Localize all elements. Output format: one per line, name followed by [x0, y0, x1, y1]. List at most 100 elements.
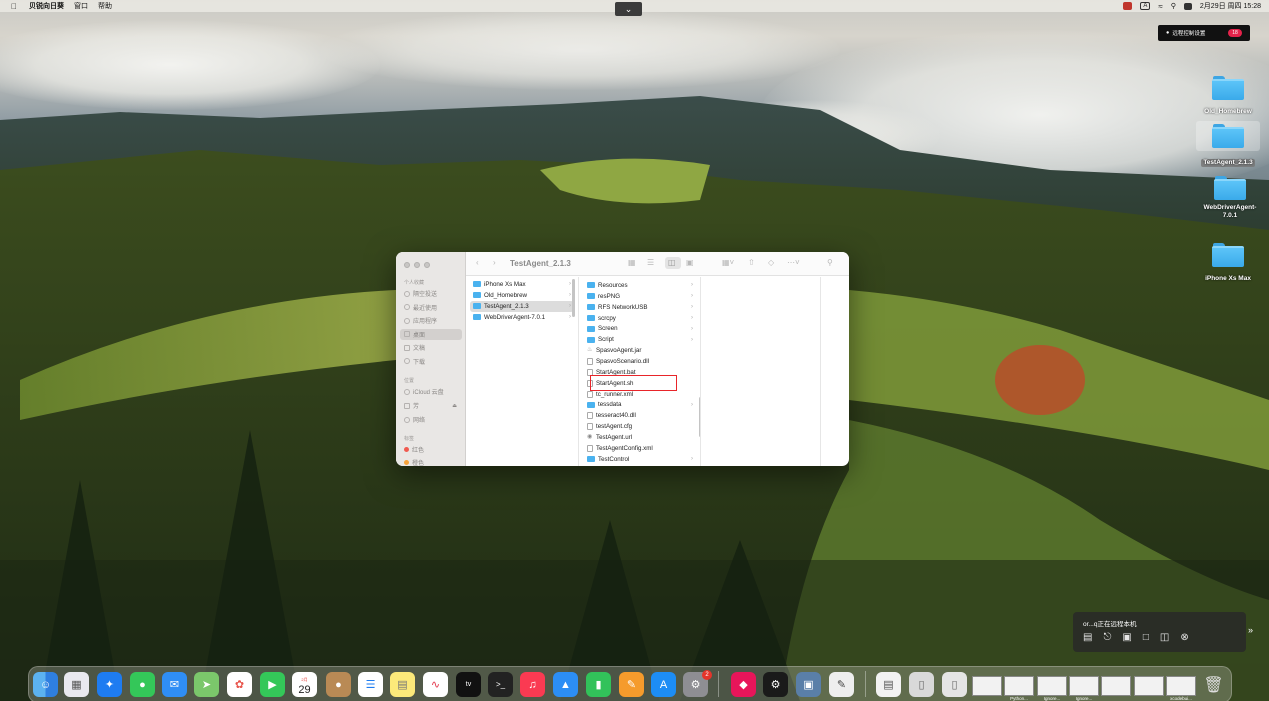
sidebar-item-tag-red[interactable]: 红色	[400, 444, 462, 455]
list-item[interactable]: Screen ›	[584, 324, 696, 335]
app-store-dock-icon[interactable]: A	[651, 672, 676, 697]
file-transfer-icon[interactable]: ◫	[1160, 632, 1169, 643]
list-item[interactable]: TestControl ›	[584, 454, 696, 465]
gallery-view-icon[interactable]: ▣	[686, 258, 694, 267]
reminders-dock-icon[interactable]: ☰	[358, 672, 383, 697]
safari-dock-icon[interactable]: ✦	[97, 672, 122, 697]
sunlogin-status-icon[interactable]	[1123, 2, 1133, 10]
menu-item-window[interactable]: 窗口	[74, 1, 88, 11]
desktop-folder-old-homebrew[interactable]: Old_Homebrew	[1196, 76, 1260, 118]
textedit-dock-icon[interactable]: ✎	[829, 672, 854, 697]
list-item[interactable]: tessdata ›	[584, 400, 696, 411]
remote-control-settings-button[interactable]: ● 远程控制设置 18	[1158, 25, 1250, 41]
scrollbar[interactable]	[572, 279, 575, 317]
list-item[interactable]: WebDriverAgent-7.0.1 ›	[470, 312, 574, 323]
instruments-dock-icon[interactable]: ⚙	[763, 672, 788, 697]
list-item[interactable]: iPhone Xs Max ›	[470, 279, 574, 290]
list-view-icon[interactable]: ☰	[647, 258, 654, 267]
numbers-dock-icon[interactable]: ▮	[586, 672, 611, 697]
text-icon[interactable]: □	[1143, 632, 1149, 643]
list-item[interactable]: scrcpy ›	[584, 313, 696, 324]
disconnect-icon[interactable]: ⊗	[1180, 632, 1188, 643]
list-item[interactable]: resPNG ›	[584, 291, 696, 302]
device-window-dock-icon[interactable]: ▯	[909, 672, 934, 697]
photos-dock-icon[interactable]: ✿	[227, 672, 252, 697]
sidebar-item-tag-orange[interactable]: 橙色	[400, 457, 462, 466]
phone-window-dock-icon[interactable]: ▯	[942, 672, 967, 697]
facetime-dock-icon[interactable]: ▶	[260, 672, 285, 697]
launchpad-dock-icon[interactable]: ▦	[64, 672, 89, 697]
desktop-folder-webdriveragent[interactable]: WebDriverAgent-7.0.1	[1198, 176, 1262, 222]
sidebar-item-icloud[interactable]: iCloud 云盘	[400, 386, 462, 397]
window-thumbnail-ignore[interactable]	[1037, 676, 1067, 696]
window-thumbnail-ignore-2[interactable]	[1069, 676, 1099, 696]
close-window-button[interactable]	[404, 262, 410, 268]
list-item[interactable]: ♨ SpasvoAgent.jar	[584, 346, 696, 357]
contacts-dock-icon[interactable]: ●	[326, 672, 351, 697]
list-item[interactable]: Old_Homebrew ›	[470, 290, 574, 301]
list-item[interactable]: RFS NetworkUSB ›	[584, 302, 696, 313]
tag-icon[interactable]: ◇	[768, 258, 774, 267]
eject-icon[interactable]: ⏏	[452, 403, 457, 409]
notes-dock-icon[interactable]: ▤	[390, 672, 415, 697]
screenshot-icon[interactable]: ▣	[1122, 632, 1131, 643]
music-dock-icon[interactable]: ♫	[520, 672, 545, 697]
freeform-dock-icon[interactable]: ∿	[423, 672, 448, 697]
share-icon[interactable]: ⇧	[748, 258, 755, 267]
menu-clock[interactable]: 2月29日 周四 15:28	[1200, 1, 1261, 11]
list-item[interactable]: SpasvoScenario.dll	[584, 357, 696, 368]
sidebar-item-recents[interactable]: 最近使用	[400, 302, 462, 313]
pages-dock-icon[interactable]: ✎	[619, 672, 644, 697]
minimize-window-button[interactable]	[414, 262, 420, 268]
sidebar-item-airdrop[interactable]: 隔空投送	[400, 288, 462, 299]
more-actions-icon[interactable]: ⋯˅	[787, 258, 800, 267]
search-icon[interactable]: ⚲	[827, 258, 833, 267]
input-source-indicator[interactable]: A	[1140, 2, 1151, 10]
icon-view-icon[interactable]: ▦	[628, 258, 636, 267]
sidebar-item-network[interactable]: 网络	[400, 414, 462, 425]
list-item[interactable]: TestAgentConfig.xml	[584, 443, 696, 454]
trash-dock-icon[interactable]: 🗑	[1201, 672, 1226, 697]
messages-dock-icon[interactable]: ●	[130, 672, 155, 697]
menu-app-name[interactable]: 贝锐向日葵	[29, 1, 64, 11]
window-thumbnail[interactable]	[1134, 676, 1164, 696]
sidebar-item-documents[interactable]: 文稿	[400, 342, 462, 353]
window-thumbnail-python[interactable]	[1004, 676, 1034, 696]
control-center-icon[interactable]	[1183, 2, 1192, 10]
sidebar-item-downloads[interactable]: 下载	[400, 356, 462, 367]
desktop-folder-iphone-xs-max[interactable]: iPhone Xs Max	[1196, 243, 1260, 285]
apple-tv-dock-icon[interactable]: tv	[456, 672, 481, 697]
list-item[interactable]: Resources ›	[584, 280, 696, 291]
scrollbar[interactable]	[699, 397, 700, 437]
list-item[interactable]: TestAgent_2.1.3 ›	[470, 301, 574, 312]
list-item[interactable]: testAgent.cfg	[584, 422, 696, 433]
list-item[interactable]: tesseract40.dll	[584, 411, 696, 422]
doc-window-dock-icon[interactable]: ▤	[876, 672, 901, 697]
sidebar-item-applications[interactable]: 应用程序	[400, 315, 462, 326]
mail-dock-icon[interactable]: ✉	[162, 672, 187, 697]
microphone-icon[interactable]: ⎋	[1103, 632, 1111, 643]
wifi-icon[interactable]: ≈	[1158, 2, 1162, 11]
spotlight-search-icon[interactable]: ⚲	[1171, 2, 1176, 10]
expand-panel-icon[interactable]: »	[1248, 625, 1253, 635]
apple-menu-icon[interactable]: 	[9, 2, 19, 11]
back-arrow-icon[interactable]: ‹	[476, 258, 479, 267]
window-thumbnail[interactable]	[1101, 676, 1131, 696]
calendar-dock-icon[interactable]: 2月 29	[292, 672, 317, 697]
terminal-dock-icon[interactable]: >_	[488, 672, 513, 697]
finder-dock-icon[interactable]: ☺	[33, 672, 58, 697]
chat-icon[interactable]: ▤	[1083, 632, 1092, 643]
desktop-folder-testagent[interactable]: TestAgent_2.1.3	[1196, 121, 1260, 169]
sidebar-item-device[interactable]: 芳 ⏏	[400, 400, 462, 411]
menu-item-help[interactable]: 帮助	[98, 1, 112, 11]
window-thumbnail-xcodebuild[interactable]	[1166, 676, 1196, 696]
group-by-icon[interactable]: ▦˅	[722, 258, 734, 267]
list-item[interactable]: Script ›	[584, 335, 696, 346]
forward-arrow-icon[interactable]: ›	[493, 258, 496, 267]
zoom-window-button[interactable]	[424, 262, 430, 268]
chevron-down-icon[interactable]: ⌄	[615, 2, 642, 16]
list-item[interactable]: ◉ TestAgent.url	[584, 432, 696, 443]
sidebar-item-desktop[interactable]: 桌面	[400, 328, 462, 340]
keynote-dock-icon[interactable]: ▲	[553, 672, 578, 697]
sunlogin-dock-icon[interactable]: ◆	[731, 672, 756, 697]
